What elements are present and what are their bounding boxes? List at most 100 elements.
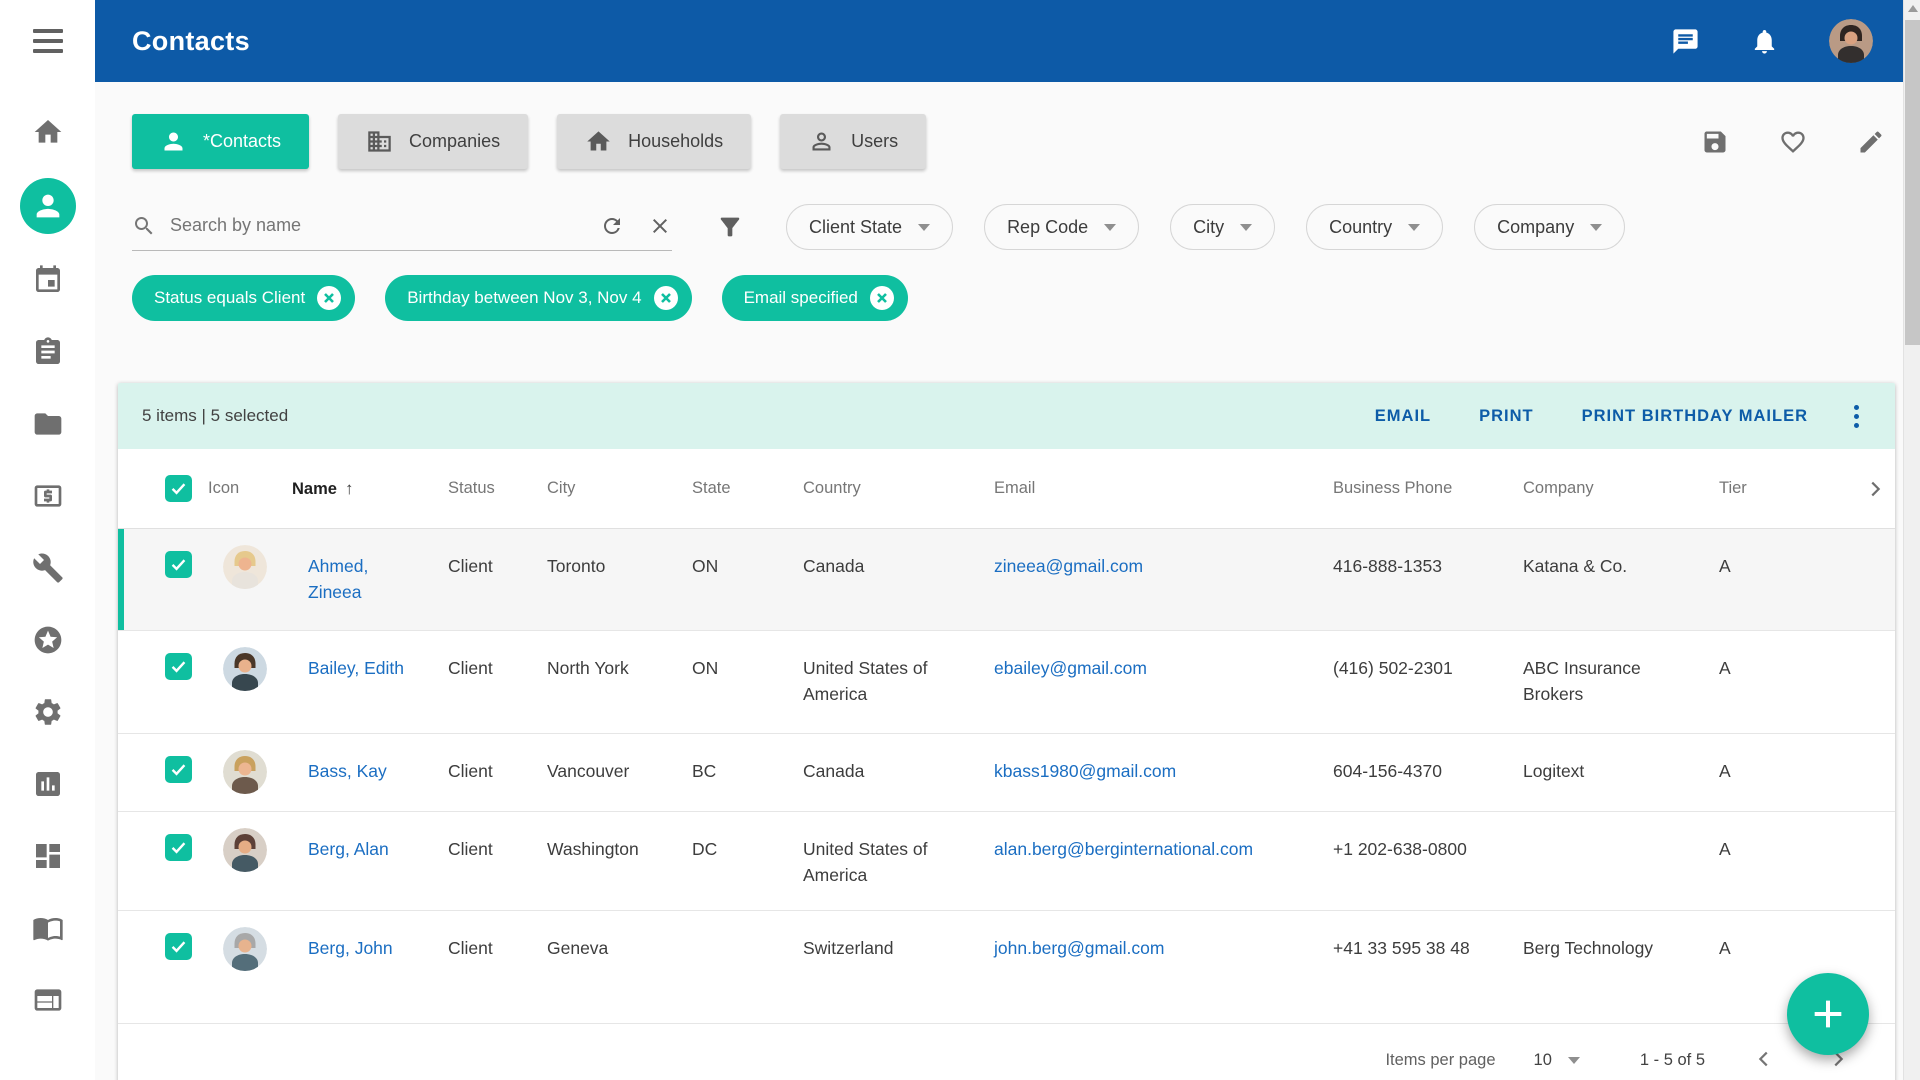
sidebar-item-panels[interactable]	[0, 964, 95, 1036]
header-cell-name[interactable]: Name ↑	[292, 479, 448, 499]
open-book-icon	[32, 918, 63, 941]
filter-funnel-icon[interactable]	[716, 213, 744, 241]
row-checkbox[interactable]	[165, 933, 192, 960]
page-scrollbar[interactable]	[1903, 0, 1920, 1080]
contact-email-link[interactable]: zineea@gmail.com	[994, 556, 1143, 576]
items-per-page-label: Items per page	[1385, 1050, 1496, 1069]
edit-pencil-icon[interactable]	[1857, 128, 1885, 156]
cell-status: Client	[448, 658, 493, 678]
header-cell-city: City	[547, 479, 576, 497]
email-button[interactable]: EMAIL	[1375, 407, 1431, 426]
layout-card-icon	[34, 989, 61, 1011]
chip-label: Status equals Client	[154, 288, 306, 307]
sidebar-item-favorites[interactable]	[0, 604, 95, 676]
row-checkbox[interactable]	[165, 551, 192, 578]
chevron-down-icon	[1590, 223, 1603, 231]
sidebar-item-reports[interactable]	[0, 748, 95, 820]
tab-households[interactable]: Households	[557, 114, 752, 169]
sidebar-item-home[interactable]	[0, 96, 95, 168]
remove-chip-icon[interactable]	[317, 286, 342, 310]
sidebar-item-dashboard[interactable]	[0, 820, 95, 892]
chevron-down-icon	[918, 223, 931, 231]
items-per-page-select[interactable]: 10	[1534, 1051, 1580, 1070]
bulk-actions: EMAIL PRINT PRINT BIRTHDAY MAILER	[1375, 407, 1808, 426]
filter-dropdown-rep-code[interactable]: Rep Code	[984, 204, 1140, 250]
print-button[interactable]: PRINT	[1479, 407, 1534, 426]
contact-name-link[interactable]: Ahmed, Zineea	[308, 556, 368, 602]
tab-companies[interactable]: Companies	[338, 114, 529, 169]
contact-email-link[interactable]: ebailey@gmail.com	[994, 658, 1147, 678]
row-checkbox[interactable]	[165, 653, 192, 680]
select-all-checkbox[interactable]	[165, 475, 192, 502]
remove-chip-icon[interactable]	[869, 286, 894, 310]
contact-email-link[interactable]: john.berg@gmail.com	[994, 938, 1164, 958]
dropdown-label: Company	[1497, 216, 1575, 237]
dropdown-label: Rep Code	[1007, 216, 1089, 237]
header-cell-icon: Icon	[208, 479, 240, 497]
filter-dropdown-company[interactable]: Company	[1474, 204, 1626, 250]
view-toolbar	[1701, 128, 1885, 156]
contact-name-link[interactable]: Bailey, Edith	[308, 658, 404, 678]
table-row: Berg, Alan Client Washington DC United S…	[118, 812, 1895, 911]
cell-tier: A	[1719, 658, 1731, 678]
sidebar-item-contacts[interactable]	[0, 168, 95, 244]
filter-chip-birthday: Birthday between Nov 3, Nov 4	[385, 275, 692, 321]
search-input[interactable]	[170, 215, 600, 236]
sidebar-item-library[interactable]	[0, 892, 95, 964]
scroll-columns-right[interactable]	[1855, 478, 1895, 500]
table-row: Ahmed, Zineea Client Toronto ON Canada z…	[118, 529, 1895, 631]
sort-asc-icon: ↑	[344, 478, 354, 498]
remove-chip-icon[interactable]	[653, 286, 678, 310]
sidebar-item-calendar[interactable]	[0, 244, 95, 316]
active-indicator	[19, 178, 76, 234]
row-checkbox[interactable]	[165, 756, 192, 783]
pagination-bar: Items per page 10 1 - 5 of 5	[118, 1024, 1895, 1080]
sidebar-item-tasks[interactable]	[0, 316, 95, 388]
search-box	[132, 203, 672, 251]
sidebar-item-settings[interactable]	[0, 676, 95, 748]
save-icon[interactable]	[1701, 128, 1729, 156]
app-window: Contacts *Contacts Companies Households …	[0, 0, 1920, 1080]
contact-name-link[interactable]: Berg, Alan	[308, 839, 389, 859]
cell-state	[692, 911, 803, 935]
tab-contacts[interactable]: *Contacts	[132, 114, 310, 169]
favorite-heart-icon[interactable]	[1779, 128, 1807, 156]
filter-dropdowns: Client State Rep Code City Country Compa…	[786, 204, 1626, 250]
notifications-bell-icon[interactable]	[1750, 27, 1779, 56]
chat-icon[interactable]	[1671, 27, 1700, 56]
user-avatar[interactable]	[1829, 19, 1873, 63]
cell-city: Geneva	[547, 938, 609, 958]
more-actions-kebab-icon[interactable]	[1848, 401, 1865, 432]
cell-status: Client	[448, 556, 493, 576]
scroll-up-arrow-icon[interactable]	[1908, 5, 1918, 12]
calendar-icon	[35, 265, 60, 292]
previous-page-button[interactable]	[1749, 1044, 1779, 1077]
scrollbar-thumb[interactable]	[1905, 20, 1920, 345]
table-row: Berg, John Client Geneva Switzerland joh…	[118, 911, 1895, 1024]
tab-users[interactable]: Users	[780, 114, 927, 169]
tab-label: Households	[628, 131, 724, 151]
left-sidebar	[0, 0, 95, 1080]
cell-city: Washington	[547, 839, 639, 859]
cell-phone: +41 33 595 38 48	[1333, 938, 1470, 958]
contact-name-link[interactable]: Bass, Kay	[308, 761, 387, 781]
filter-dropdown-client-state[interactable]: Client State	[786, 204, 954, 250]
table-row: Bailey, Edith Client North York ON Unite…	[118, 631, 1895, 734]
menu-hamburger-icon[interactable]	[32, 0, 63, 82]
contact-email-link[interactable]: kbass1980@gmail.com	[994, 761, 1176, 781]
header-cell-phone: Business Phone	[1333, 479, 1453, 497]
sidebar-item-tools[interactable]	[0, 532, 95, 604]
filter-dropdown-city[interactable]: City	[1170, 204, 1276, 250]
contact-name-link[interactable]: Berg, John	[308, 938, 393, 958]
tab-label: Users	[851, 131, 899, 151]
sidebar-item-billing[interactable]	[0, 460, 95, 532]
row-checkbox[interactable]	[165, 834, 192, 861]
clear-search-icon[interactable]	[648, 214, 672, 238]
sidebar-item-documents[interactable]	[0, 388, 95, 460]
contact-email-link[interactable]: alan.berg@berginternational.com	[994, 839, 1253, 859]
print-birthday-mailer-button[interactable]: PRINT BIRTHDAY MAILER	[1582, 407, 1808, 426]
dropdown-label: City	[1193, 216, 1225, 237]
refresh-icon[interactable]	[600, 214, 624, 238]
filter-dropdown-country[interactable]: Country	[1306, 204, 1444, 250]
add-contact-fab[interactable]	[1787, 973, 1869, 1055]
